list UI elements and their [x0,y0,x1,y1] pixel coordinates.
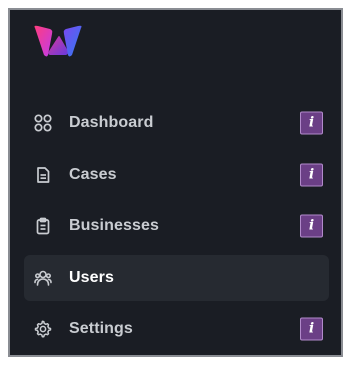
sidebar-item-label: Users [69,268,114,286]
sidebar-nav: Dashboard i Cases i Businesses i Users S… [24,100,329,355]
sidebar-item-label: Cases [69,165,117,183]
sidebar: Dashboard i Cases i Businesses i Users S… [8,8,343,357]
info-icon[interactable]: i [300,317,323,341]
users-icon [34,270,52,286]
sidebar-item-dashboard[interactable]: Dashboard i [24,100,329,146]
document-icon [37,166,50,183]
sidebar-item-users[interactable]: Users [24,254,329,301]
info-icon[interactable]: i [300,163,323,186]
sidebar-item-label: Dashboard [69,114,154,131]
info-icon[interactable]: i [300,111,323,135]
w-logo-icon[interactable] [32,24,84,60]
gear-icon [34,320,52,338]
grid-icon [34,114,52,132]
sidebar-item-settings[interactable]: Settings i [24,306,329,352]
sidebar-item-label: Settings [69,320,133,337]
sidebar-item-label: Businesses [69,217,159,234]
clipboard-icon [36,217,50,235]
sidebar-item-businesses[interactable]: Businesses i [24,203,329,249]
sidebar-item-cases[interactable]: Cases i [24,152,329,198]
info-icon[interactable]: i [300,214,323,238]
